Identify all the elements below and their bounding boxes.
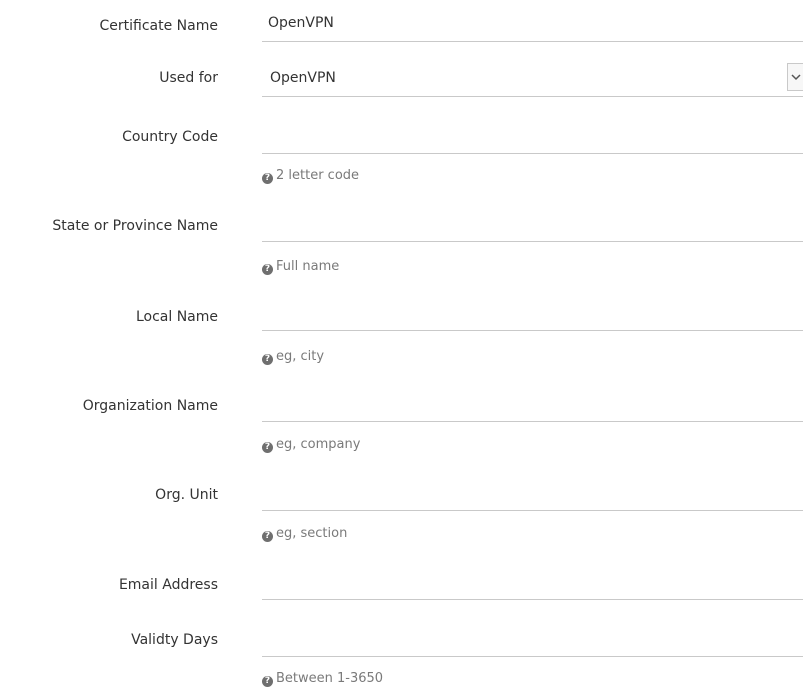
validity-days-input[interactable] [268,629,748,647]
local-name-label: Local Name [135,309,218,325]
validity-days-hint-text: Between 1-3650 [276,671,384,686]
used-for-label: Used for [159,70,218,86]
org-unit-hint-text: eg, section [276,526,348,541]
country-code-field[interactable] [262,120,803,154]
email-address-input[interactable] [268,572,748,590]
local-name-hint: ? eg, city [262,349,324,365]
question-circle-icon: ? [262,676,273,687]
country-code-input[interactable] [268,126,748,144]
local-name-hint-text: eg, city [276,349,325,364]
organization-name-hint: ? eg, company [262,437,360,453]
local-name-field[interactable] [262,297,803,331]
organization-name-input[interactable] [268,394,748,412]
chevron-down-icon[interactable] [787,63,803,91]
country-code-hint: ? 2 letter code [262,168,359,184]
question-circle-icon: ? [262,442,273,453]
state-province-hint-text: Full name [276,259,340,274]
org-unit-label: Org. Unit [155,487,218,503]
org-unit-input[interactable] [268,483,748,501]
validity-days-hint: ? Between 1-3650 [262,671,383,687]
organization-name-hint-text: eg, company [276,437,361,452]
country-code-label: Country Code [122,129,218,145]
email-address-label: Email Address [118,577,218,593]
organization-name-field[interactable] [262,388,803,422]
country-code-hint-text: 2 letter code [276,168,360,183]
validity-days-label: Validty Days [131,632,218,648]
certificate-name-field[interactable] [262,8,803,42]
used-for-selected-value: OpenVPN [270,70,336,86]
org-unit-field[interactable] [262,477,803,511]
email-address-field[interactable] [262,566,803,600]
question-circle-icon: ? [262,354,273,365]
org-unit-hint: ? eg, section [262,526,347,542]
question-circle-icon: ? [262,173,273,184]
state-province-label: State or Province Name [52,218,218,234]
certificate-name-input[interactable] [268,14,748,32]
local-name-input[interactable] [268,303,748,321]
organization-name-label: Organization Name [82,398,218,414]
question-circle-icon: ? [262,531,273,542]
certificate-name-label: Certificate Name [99,18,218,34]
state-province-field[interactable] [262,208,803,242]
state-province-input[interactable] [268,214,748,232]
state-province-hint: ? Full name [262,259,339,275]
used-for-select[interactable]: OpenVPN [262,61,803,97]
validity-days-field[interactable] [262,623,803,657]
question-circle-icon: ? [262,264,273,275]
